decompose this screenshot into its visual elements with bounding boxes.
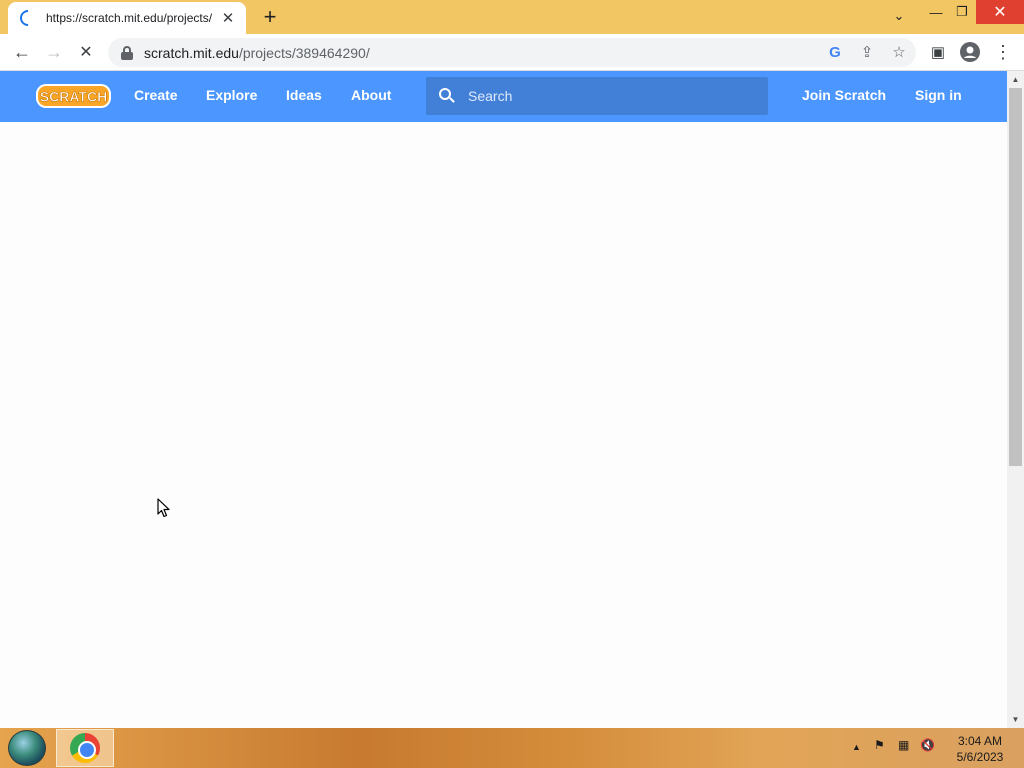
stop-loading-button[interactable]: ✕	[73, 39, 99, 65]
google-icon[interactable]: G	[824, 41, 846, 63]
profile-icon[interactable]	[957, 39, 983, 65]
network-icon[interactable]: ▦	[898, 738, 909, 752]
search-bar[interactable]	[426, 77, 768, 115]
address-bar[interactable]: scratch.mit.edu/projects/389464290/ G ⇪ …	[108, 38, 916, 67]
vertical-scrollbar[interactable]: ▲ ▼	[1007, 71, 1024, 728]
join-scratch-link[interactable]: Join Scratch	[802, 87, 886, 103]
forward-button[interactable]: →	[41, 39, 67, 65]
back-button[interactable]: ←	[9, 39, 35, 65]
browser-menu-button[interactable]: ⋮	[990, 39, 1016, 65]
star-icon[interactable]: ☆	[888, 41, 910, 63]
tab-search-icon[interactable]: ⌄	[884, 4, 914, 28]
loading-spinner-icon	[16, 6, 40, 30]
restore-button[interactable]: ❐	[947, 0, 977, 24]
volume-muted-icon[interactable]: 🔇	[920, 738, 935, 752]
svg-text:SCRATCH: SCRATCH	[40, 89, 107, 105]
start-button[interactable]	[8, 730, 46, 766]
side-panel-icon[interactable]: ▣	[925, 39, 951, 65]
tab-strip: https://scratch.mit.edu/projects/ ✕ + ⌄ …	[0, 0, 1024, 34]
scroll-up-arrow-icon[interactable]: ▲	[1007, 72, 1024, 87]
browser-tab[interactable]: https://scratch.mit.edu/projects/ ✕	[8, 2, 246, 34]
scratch-navbar: SCRATCH Create Explore Ideas About Join …	[0, 71, 1007, 122]
new-tab-button[interactable]: +	[258, 5, 282, 29]
show-hidden-icons-icon[interactable]: ▲	[852, 742, 861, 752]
close-window-button[interactable]: ✕	[976, 0, 1024, 24]
windows-taskbar: ▲ ⚑ ▦ 🔇 3:04 AM 5/6/2023	[0, 728, 1024, 768]
scroll-down-arrow-icon[interactable]: ▼	[1007, 712, 1024, 727]
system-clock[interactable]: 3:04 AM 5/6/2023	[948, 733, 1012, 765]
tab-title: https://scratch.mit.edu/projects/	[46, 11, 213, 25]
chrome-icon	[70, 733, 100, 763]
clock-time: 3:04 AM	[957, 734, 1003, 748]
url-path: /projects/389464290/	[238, 44, 370, 61]
search-input[interactable]	[466, 87, 746, 105]
nav-about-link[interactable]: About	[351, 87, 391, 103]
scroll-thumb[interactable]	[1009, 88, 1022, 466]
nav-create-link[interactable]: Create	[134, 87, 178, 103]
mouse-cursor-icon	[157, 498, 171, 523]
sign-in-link[interactable]: Sign in	[915, 87, 962, 103]
url-host: scratch.mit.edu	[144, 44, 239, 61]
url-text: scratch.mit.edu/projects/389464290/	[144, 45, 370, 61]
scratch-logo[interactable]: SCRATCH	[35, 82, 112, 110]
nav-ideas-link[interactable]: Ideas	[286, 87, 322, 103]
share-icon[interactable]: ⇪	[856, 41, 878, 63]
browser-toolbar: ← → ✕ scratch.mit.edu/projects/389464290…	[0, 34, 1024, 71]
search-icon	[438, 87, 456, 105]
taskbar-chrome-button[interactable]	[56, 729, 114, 767]
page-content	[0, 122, 1007, 728]
clock-date: 5/6/2023	[956, 750, 1004, 764]
lock-icon[interactable]	[120, 45, 134, 60]
action-center-flag-icon[interactable]: ⚑	[874, 738, 885, 752]
nav-explore-link[interactable]: Explore	[206, 87, 257, 103]
tab-close-icon[interactable]: ✕	[220, 10, 236, 26]
